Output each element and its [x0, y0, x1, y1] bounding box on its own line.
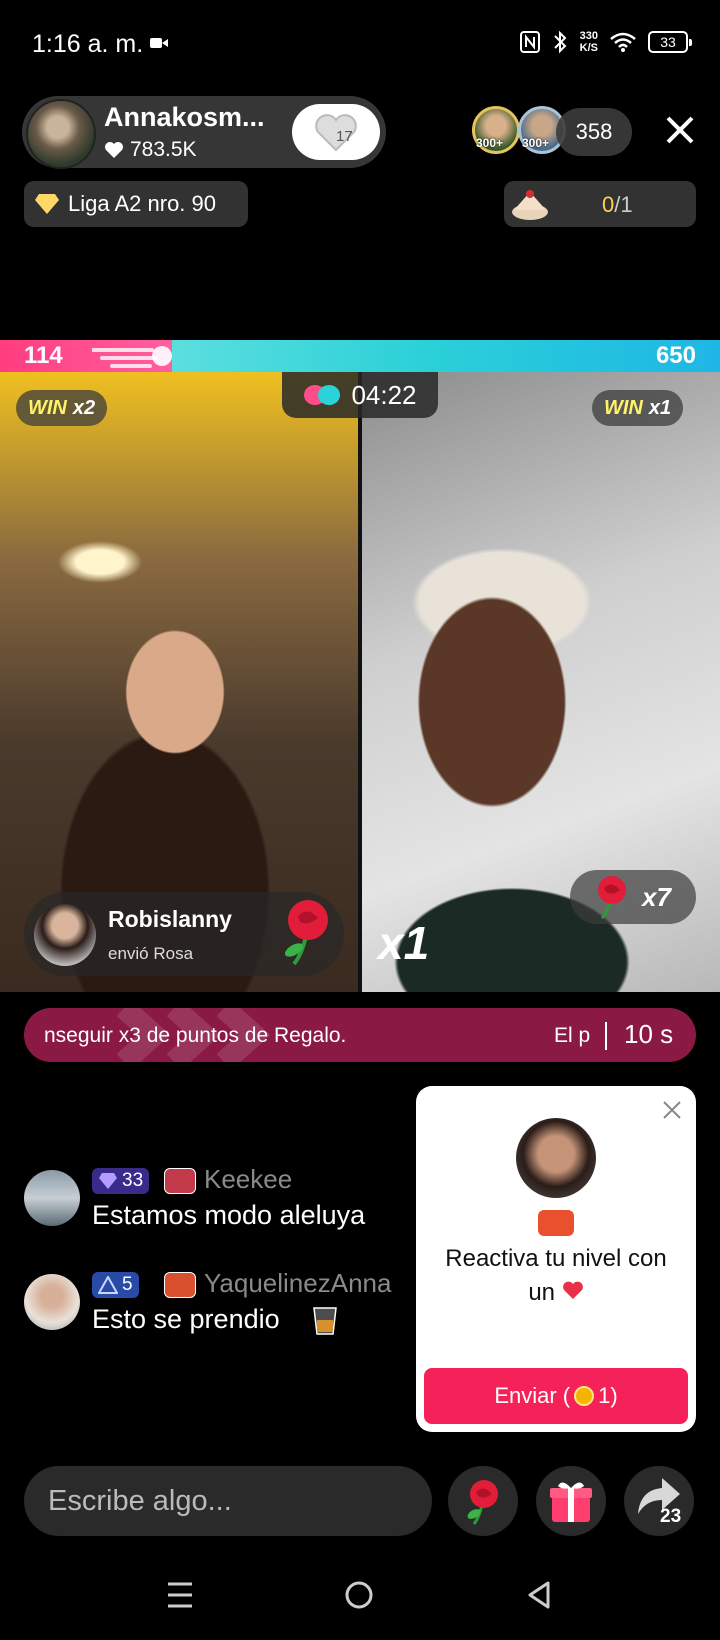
gift-action: envió Rosa — [108, 944, 194, 963]
chat-username[interactable]: Keekee — [204, 1164, 292, 1195]
chat-level: 33 — [122, 1170, 144, 1191]
chat-username[interactable]: YaquelinezAnna — [204, 1268, 414, 1299]
back-nav-icon[interactable] — [526, 1580, 552, 1610]
fan-club-badge — [164, 1168, 196, 1194]
fan-level-badge — [538, 1210, 574, 1236]
win-label-right: WIN — [604, 396, 643, 419]
viewer-badge-2: 300+ — [522, 136, 550, 150]
status-icons: 330 K/S 33 — [519, 30, 692, 54]
host-avatar[interactable] — [26, 99, 96, 169]
rose-icon — [467, 1480, 498, 1525]
chat-level-badge: 5 — [92, 1272, 139, 1298]
menu-nav-icon[interactable] — [166, 1580, 194, 1610]
chat-level: 5 — [122, 1274, 133, 1295]
status-time: 1:16 a. m. — [32, 30, 144, 58]
battery-indicator: 33 — [648, 31, 692, 53]
chat-avatar[interactable] — [24, 1274, 80, 1330]
coin-icon — [574, 1386, 595, 1406]
task-count: 0/1 — [602, 192, 633, 217]
boxing-gloves-icon — [304, 385, 341, 405]
banner-text: nseguir x3 de puntos de Regalo. — [44, 1024, 347, 1047]
battle-score-right: 650 — [655, 342, 696, 369]
fan-club-badge — [164, 1272, 196, 1298]
send-button-label: Enviar ( — [494, 1383, 571, 1408]
send-button-coins: 1) — [598, 1383, 618, 1408]
gift-sender-name: Robislanny — [108, 906, 232, 932]
gift-sender-avatar[interactable] — [34, 904, 96, 966]
league-badge[interactable]: Liga A2 nro. 90 — [24, 181, 248, 227]
popup-message-line2: un — [422, 1276, 690, 1310]
popup-message-line1: Reactiva tu nivel con — [445, 1245, 667, 1272]
diamond-level-icon — [99, 1173, 117, 1189]
wifi-icon — [610, 32, 636, 52]
heart-icon — [105, 142, 123, 158]
battle-timer: 04:22 — [282, 372, 438, 418]
battle-timer-text: 04:22 — [351, 379, 417, 410]
host-likes: 783.5K — [104, 138, 197, 162]
host-likes-count: 783.5K — [130, 138, 197, 161]
diamond-icon — [35, 194, 59, 214]
video-camera-icon — [150, 38, 168, 48]
league-label: Liga A2 nro. 90 — [68, 191, 217, 216]
banner-separator — [605, 1022, 607, 1050]
video-divider — [358, 372, 362, 992]
home-nav-icon[interactable] — [344, 1580, 374, 1610]
drink-glass-icon — [313, 1307, 337, 1335]
host-name: Annakosm... — [104, 102, 265, 132]
win-streak-right: WIN x1 — [592, 390, 684, 426]
network-speed: 330 K/S — [579, 30, 598, 54]
viewer-badge-1: 300+ — [476, 136, 504, 150]
banner-text-secondary: El p — [554, 1024, 591, 1047]
gift-box-icon — [550, 1482, 592, 1522]
rose-gift-icon — [284, 900, 328, 966]
win-mult-left: x2 — [72, 396, 96, 419]
banner-timer: 10 s — [624, 1019, 674, 1049]
send-gift-button[interactable]: Enviar ( 1) — [424, 1368, 688, 1424]
cake-icon — [512, 190, 548, 220]
heart-gift-icon — [562, 1281, 583, 1299]
chat-message: Esto se prendio — [92, 1304, 280, 1334]
close-icon[interactable] — [662, 112, 698, 148]
triangle-level-icon — [98, 1276, 118, 1294]
battle-boost-icon — [92, 346, 172, 368]
battle-score-left: 114 — [24, 342, 63, 369]
bluetooth-icon — [553, 30, 567, 54]
comment-input[interactable]: Escribe algo... — [24, 1466, 432, 1536]
battle-multiplier: x1 — [378, 917, 430, 969]
chat-level-badge: 33 — [92, 1168, 150, 1194]
win-label-left: WIN — [28, 396, 67, 419]
win-streak-left: WIN x2 — [16, 390, 108, 426]
share-count: 23 — [660, 1506, 682, 1527]
rose-icon — [598, 876, 626, 920]
popup-message: Reactiva tu nivel con un — [422, 1242, 690, 1310]
rose-count: x7 — [642, 882, 671, 912]
win-mult-right: x1 — [648, 396, 672, 419]
popup-avatar — [516, 1118, 596, 1198]
viewers-count[interactable]: 358 — [556, 108, 632, 156]
chat-message: Estamos modo aleluya — [92, 1200, 366, 1230]
chat-avatar[interactable] — [24, 1170, 80, 1226]
nfc-icon — [519, 31, 540, 53]
popup-close-icon[interactable] — [660, 1098, 684, 1122]
follow-count: 17 — [336, 128, 353, 145]
